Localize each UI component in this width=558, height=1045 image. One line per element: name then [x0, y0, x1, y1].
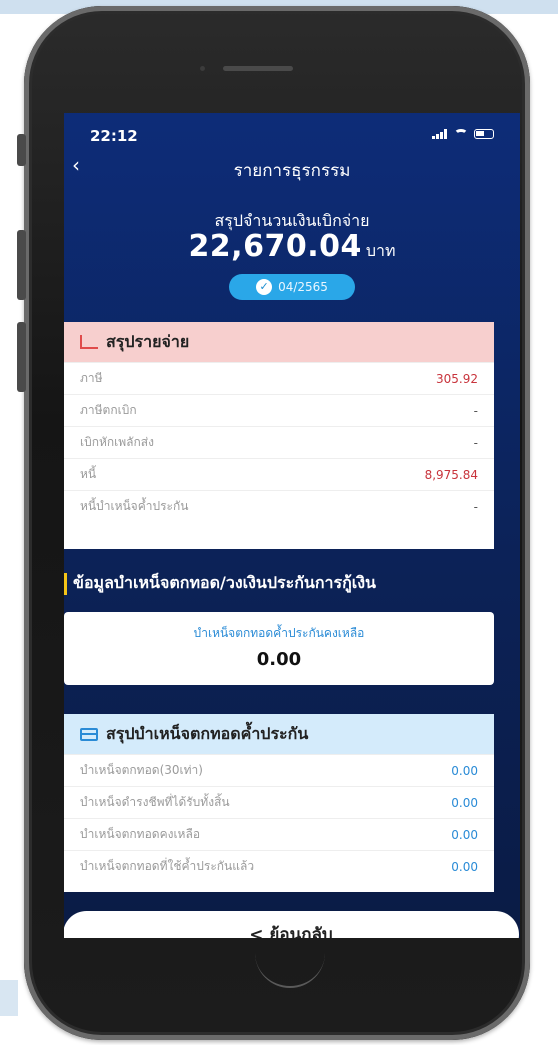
guarantee-card-header: สรุปบำเหน็จตกทอดค้ำประกัน: [64, 714, 494, 754]
phone-volume-down: [17, 322, 26, 392]
expense-row-label: หนี้: [80, 467, 97, 481]
expense-row: เบิกหักเพลักส่ง -: [64, 426, 494, 458]
phone-speaker: [223, 66, 293, 71]
expense-row: หนี้บำเหน็จค้ำประกัน -: [64, 490, 494, 522]
app-screen: 22:12 ‹ รายการธุรกรรม สรุปจำนวนเงินเบิกจ…: [64, 113, 520, 938]
guarantee-row-value: 0.00: [451, 763, 478, 778]
guarantee-row: บำเหน็จดำรงชีพที่ได้รับทั้งสิ้น 0.00: [64, 786, 494, 818]
status-icons: [432, 129, 494, 139]
guarantee-row-value: 0.00: [451, 827, 478, 842]
expense-row-label: ภาษี: [80, 371, 103, 385]
summary-unit: บาท: [365, 241, 396, 260]
guarantee-row-label: บำเหน็จดำรงชีพที่ได้รับทั้งสิ้น: [80, 795, 230, 809]
guarantee-row-value: 0.00: [451, 795, 478, 810]
guarantee-row-value: 0.00: [451, 859, 478, 874]
check-icon: ✓: [256, 279, 273, 295]
guarantee-row-label: บำเหน็จตกทอด(30เท่า): [80, 763, 203, 777]
status-time: 22:12: [90, 127, 138, 145]
guarantee-row-label: บำเหน็จตกทอดคงเหลือ: [80, 827, 201, 841]
expense-row-value: -: [473, 403, 478, 418]
expense-summary-card: สรุปรายจ่าย ภาษี 305.92 ภาษีตกเบิก - เบิ…: [64, 322, 494, 549]
period-badge[interactable]: ✓ 04/2565: [229, 274, 355, 300]
expense-row-label: เบิกหักเพลักส่ง: [80, 435, 154, 449]
back-button-label: < ย้อนกลับ: [249, 925, 333, 938]
remaining-guarantee-card: บำเหน็จตกทอดค้ำประกันคงเหลือ 0.00: [64, 612, 494, 685]
back-button[interactable]: < ย้อนกลับ: [64, 911, 519, 938]
expense-row: ภาษีตกเบิก -: [64, 394, 494, 426]
guarantee-section-title: ข้อมูลบำเหน็จตกทอด/วงเงินประกันการกู้เงิ…: [64, 571, 520, 596]
guarantee-row: บำเหน็จตกทอด(30เท่า) 0.00: [64, 754, 494, 786]
guarantee-card-title: สรุปบำเหน็จตกทอดค้ำประกัน: [106, 723, 309, 743]
phone-mute-switch: [17, 134, 26, 166]
expense-row-label: ภาษีตกเบิก: [80, 403, 137, 417]
expense-row: หนี้ 8,975.84: [64, 458, 494, 490]
section-accent-bar: [64, 572, 67, 595]
expense-card-header: สรุปรายจ่าย: [64, 322, 494, 362]
expense-card-title: สรุปรายจ่าย: [106, 331, 190, 351]
guarantee-summary-card: สรุปบำเหน็จตกทอดค้ำประกัน บำเหน็จตกทอด(3…: [64, 714, 494, 892]
expense-row-label: หนี้บำเหน็จค้ำประกัน: [80, 499, 189, 513]
guarantee-section-label: ข้อมูลบำเหน็จตกทอด/วงเงินประกันการกู้เงิ…: [73, 573, 376, 592]
phone-volume-up: [17, 230, 26, 300]
expense-row-value: -: [473, 499, 478, 514]
wifi-icon: [454, 129, 468, 139]
remaining-label: บำเหน็จตกทอดค้ำประกันคงเหลือ: [193, 626, 365, 640]
period-label: 04/2565: [278, 280, 328, 294]
remaining-value: 0.00: [256, 649, 302, 670]
battery-icon: [474, 129, 494, 139]
expense-row: ภาษี 305.92: [64, 362, 494, 394]
guarantee-row-label: บำเหน็จตกทอดที่ใช้ค้ำประกันแล้ว: [80, 859, 255, 873]
expense-row-value: 305.92: [436, 371, 478, 386]
expense-row-value: -: [473, 435, 478, 450]
page-left-strip: [0, 980, 18, 1016]
summary-amount: 22,670.04: [188, 229, 362, 264]
summary-amount-row: 22,670.04 บาท: [64, 229, 520, 264]
expense-row-value: 8,975.84: [424, 467, 478, 482]
guarantee-row: บำเหน็จตกทอดคงเหลือ 0.00: [64, 818, 494, 850]
guarantee-row: บำเหน็จตกทอดที่ใช้ค้ำประกันแล้ว 0.00: [64, 850, 494, 882]
signal-icon: [432, 129, 448, 139]
phone-camera: [200, 66, 205, 71]
page-title: รายการธุรกรรม: [233, 161, 351, 181]
card-icon: [80, 727, 98, 741]
chart-icon: [80, 335, 98, 349]
